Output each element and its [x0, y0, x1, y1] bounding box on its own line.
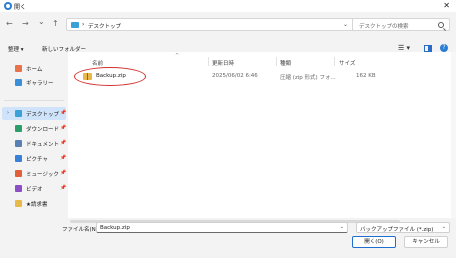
sidebar-item-downloads[interactable]: ダウンロード 📌	[2, 122, 66, 135]
column-header-type[interactable]: 種類	[280, 59, 291, 67]
up-arrow-icon[interactable]: ↑	[52, 19, 59, 28]
view-options-icon[interactable]: ☰ ▾	[398, 44, 410, 52]
pin-icon: 📌	[60, 170, 67, 176]
file-modified: 2025/06/02 6:46	[212, 73, 258, 79]
pin-icon: 📌	[60, 110, 67, 116]
highlight-ellipse	[74, 67, 146, 86]
navigation-pane: ホーム ギャラリー › デスクトップ 📌 ダウンロード 📌 ドキュメント 📌 ピ…	[0, 56, 68, 218]
forward-arrow-icon[interactable]: →	[22, 19, 29, 28]
organize-button[interactable]: 整理 ▾	[8, 45, 24, 53]
vertical-scrollbar[interactable]	[451, 52, 456, 218]
preview-pane-icon[interactable]	[424, 45, 432, 52]
open-button[interactable]: 開く(O)	[352, 236, 396, 248]
sidebar-item-label: デスクトップ	[26, 112, 60, 118]
chevron-down-icon[interactable]: ⌄	[442, 224, 446, 230]
navigation-bar: ← → ⌄ ↑ › デスクトップ ⌄ ↻ デスクトップの検索	[0, 13, 456, 35]
sidebar-divider	[4, 100, 64, 101]
column-divider[interactable]	[334, 57, 335, 66]
address-dropdown-icon[interactable]: ⌄	[343, 21, 348, 28]
recent-locations-chevron-icon[interactable]: ⌄	[38, 17, 45, 26]
sidebar-item-label: ドキュメント	[26, 142, 60, 148]
pin-icon: 📌	[60, 140, 67, 146]
chevron-down-icon[interactable]: ⌄	[340, 224, 344, 230]
desktop-icon	[15, 110, 22, 117]
sidebar-item-label: ★請求書	[26, 202, 48, 208]
file-type-select[interactable]: バックアップファイル (*.zip) ⌄	[356, 222, 450, 233]
sidebar-item-invoices[interactable]: ★請求書	[2, 197, 66, 210]
home-icon	[15, 65, 22, 72]
column-divider[interactable]	[276, 57, 277, 66]
sidebar-item-desktop[interactable]: › デスクトップ 📌	[2, 107, 66, 120]
search-placeholder: デスクトップの検索	[359, 24, 409, 30]
breadcrumb-desktop[interactable]: デスクトップ	[88, 22, 121, 30]
folder-icon	[15, 200, 22, 207]
open-file-dialog: 開く ✕ ← → ⌄ ↑ › デスクトップ ⌄ ↻ デスクトップの検索 整理 ▾…	[0, 0, 456, 258]
sidebar-item-gallery[interactable]: ギャラリー	[2, 76, 66, 89]
app-icon	[4, 2, 12, 10]
music-icon	[15, 170, 22, 177]
search-box[interactable]: デスクトップの検索	[352, 18, 450, 31]
column-header-name[interactable]: 名前	[92, 59, 103, 67]
sidebar-item-videos[interactable]: ビデオ 📌	[2, 182, 66, 195]
close-icon[interactable]: ✕	[443, 1, 450, 10]
sidebar-item-label: ダウンロード	[26, 127, 60, 133]
window-title: 開く	[14, 4, 27, 11]
sidebar-item-label: ギャラリー	[26, 81, 54, 87]
sidebar-item-pictures[interactable]: ピクチャ 📌	[2, 152, 66, 165]
expand-chevron-icon[interactable]: ›	[7, 110, 9, 116]
sidebar-item-label: ピクチャ	[26, 157, 48, 163]
download-icon	[15, 125, 22, 132]
column-header-modified[interactable]: 更新日時	[212, 59, 234, 67]
filename-label: ファイル名(N):	[62, 227, 100, 233]
document-icon	[15, 140, 22, 147]
sidebar-item-label: ビデオ	[26, 187, 43, 193]
filename-value: Backup.zip	[100, 225, 130, 231]
sidebar-item-label: ミュージック	[26, 172, 59, 178]
column-header-size[interactable]: サイズ	[339, 59, 355, 67]
sidebar-item-home[interactable]: ホーム	[2, 62, 66, 75]
video-icon	[15, 185, 22, 192]
sidebar-item-label: ホーム	[26, 67, 43, 73]
sidebar-item-documents[interactable]: ドキュメント 📌	[2, 137, 66, 150]
picture-icon	[15, 155, 22, 162]
column-divider[interactable]	[208, 57, 209, 66]
gallery-icon	[15, 79, 22, 86]
breadcrumb-separator-icon: ›	[82, 21, 85, 28]
back-arrow-icon[interactable]: ←	[6, 19, 13, 28]
search-icon[interactable]	[438, 22, 444, 28]
help-icon[interactable]: ?	[440, 44, 448, 52]
sidebar-item-music[interactable]: ミュージック 📌	[2, 167, 66, 180]
file-size: 162 KB	[356, 73, 376, 79]
title-bar: 開く ✕	[0, 0, 456, 12]
file-type-value: バックアップファイル (*.zip)	[360, 227, 434, 233]
dialog-footer: ファイル名(N): Backup.zip ⌄ バックアップファイル (*.zip…	[0, 218, 456, 258]
filename-field[interactable]: Backup.zip ⌄	[96, 222, 348, 233]
pin-icon: 📌	[60, 125, 67, 131]
file-list: ^ 名前 更新日時 種類 サイズ Backup.zip 2025/06/02 6…	[68, 52, 456, 218]
pin-icon: 📌	[60, 185, 67, 191]
desktop-folder-icon	[71, 22, 79, 28]
cancel-button[interactable]: キャンセル	[404, 236, 448, 248]
sort-arrow-icon: ^	[175, 53, 180, 59]
address-bar[interactable]: › デスクトップ ⌄ ↻	[66, 18, 362, 31]
file-type: 圧縮 (zip 形式) フォ...	[280, 75, 336, 81]
pin-icon: 📌	[60, 155, 67, 161]
